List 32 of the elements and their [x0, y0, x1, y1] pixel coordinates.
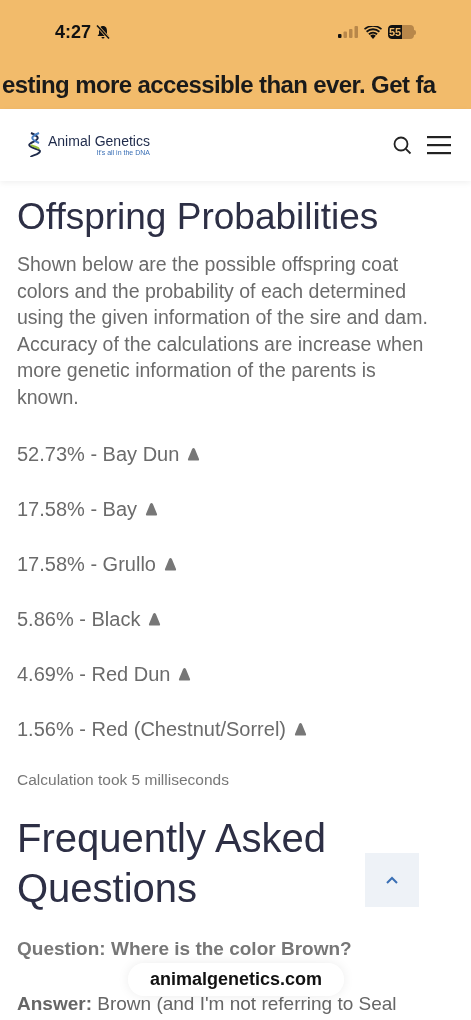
chevron-up-icon — [386, 876, 398, 885]
probability-result: 52.73% - Bay Dun — [17, 441, 180, 467]
triangle-icon — [148, 611, 162, 626]
page-title: Offspring Probabilities — [17, 195, 380, 239]
menu-icon — [427, 135, 451, 155]
calculation-time: Calculation took 5 milliseconds — [17, 770, 230, 790]
probability-result: 5.86% - Black — [17, 606, 141, 632]
logo-title: Animal Genetics — [48, 134, 150, 148]
probability-result: 1.56% - Red (Chestnut/Sorrel) — [17, 716, 286, 742]
clock-time: 4:27 — [55, 20, 92, 44]
probability-result: 17.58% - Grullo — [17, 551, 156, 577]
probability-result: 17.58% - Bay — [17, 496, 138, 522]
url-pill: animalgenetics.com — [128, 963, 344, 996]
triangle-icon — [178, 666, 192, 681]
triangle-icon — [163, 556, 177, 571]
muted-bell-icon — [95, 24, 112, 40]
signal-icon — [338, 26, 358, 38]
triangle-icon — [145, 501, 159, 516]
menu-button[interactable] — [427, 134, 451, 156]
faq-heading: Frequently Asked Questions — [17, 815, 328, 913]
battery-indicator: 55 — [388, 25, 416, 39]
faq-answer: Answer: Brown (and I'm not referring to Seal — [17, 993, 398, 1014]
triangle-icon — [294, 721, 307, 736]
dna-logo-icon — [28, 131, 42, 159]
triangle-icon — [187, 446, 201, 461]
faq-question: Question: Where is the color Brown? — [17, 937, 353, 962]
probability-result: 4.69% - Red Dun — [17, 661, 171, 687]
search-icon — [392, 135, 412, 155]
intro-paragraph: Shown below are the possible offspring coat colors and the probability of each determined using the given information of the sire and dam. Accuracy of the calculations are increase when more genetic information of the parents is known. — [17, 252, 429, 410]
banner-text: esting more accessible than ever. Get fa — [1, 69, 436, 100]
search-button[interactable] — [391, 134, 413, 156]
wifi-icon — [364, 25, 382, 39]
